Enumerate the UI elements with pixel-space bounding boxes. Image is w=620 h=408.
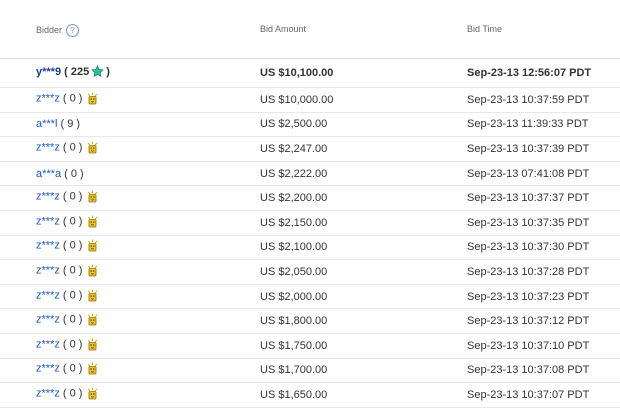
bidder-link[interactable]: a***l — [36, 118, 57, 130]
bid-time-cell: Sep-23-13 10:37:35 PDT — [467, 216, 590, 229]
table-row: z***z ( 0 ) US $2,000.00 Sep-23-13 10:37:2… — [0, 285, 620, 310]
bidder-link[interactable]: y***9 — [36, 66, 61, 78]
bidder-cell: z***z ( 0 ) — [36, 313, 98, 329]
bid-time-cell: Sep-23-13 10:37:30 PDT — [467, 241, 590, 254]
new-member-icon — [87, 338, 98, 353]
bidder-link[interactable]: z***z — [36, 215, 60, 227]
bid-amount-cell: US $2,150.00 — [260, 216, 328, 229]
bid-time-cell: Sep-23-13 10:37:07 PDT — [467, 388, 590, 401]
bidder-cell: a***a ( 0 ) — [36, 167, 84, 180]
bid-time-cell: Sep-23-13 07:41:08 PDT — [467, 167, 590, 180]
bid-time-cell: Sep-23-13 11:39:33 PDT — [467, 118, 589, 131]
bid-amount-column-header: Bid Amount — [260, 24, 307, 34]
bidder-column-header: Bidder? — [36, 24, 80, 37]
table-row: z***z ( 0 ) US $1,750.00 Sep-23-13 10:37:1… — [0, 334, 620, 359]
table-row: z***z ( 0 ) US $1,650.00 Sep-23-13 10:37:0… — [0, 383, 620, 408]
bid-amount-cell: US $1,650.00 — [260, 388, 328, 401]
bidder-cell: z***z ( 0 ) — [36, 92, 98, 107]
table-row: z***z ( 0 ) US $1,700.00 Sep-23-13 10:37:0… — [0, 359, 620, 384]
bid-time-cell: Sep-23-13 12:56:07 PDT — [467, 67, 592, 79]
bidder-cell: z***z ( 0 ) — [36, 387, 98, 402]
bidder-header-label: Bidder — [36, 24, 63, 35]
table-header: Bidder? Bid Amount Bid Time — [0, 0, 620, 59]
table-row: z***z ( 0 ) US $10,000.00 Sep-23-13 10:37:… — [0, 88, 620, 113]
bidder-cell: z***z ( 0 ) — [36, 215, 98, 230]
bidder-cell: z***z ( 0 ) — [36, 289, 98, 304]
bidder-link[interactable]: z***z — [36, 289, 60, 301]
bid-amount-cell: US $2,222.00 — [260, 167, 328, 180]
bid-time-cell: Sep-23-13 10:37:08 PDT — [467, 364, 590, 377]
bid-amount-cell: US $2,200.00 — [260, 192, 328, 205]
bid-amount-cell: US $1,700.00 — [260, 364, 328, 377]
new-member-icon — [87, 92, 98, 107]
bid-amount-cell: US $2,100.00 — [260, 241, 328, 254]
bidder-link[interactable]: a***a — [36, 168, 61, 180]
bid-time-cell: Sep-23-13 10:37:59 PDT — [467, 93, 590, 106]
bid-amount-cell: US $1,800.00 — [260, 315, 328, 328]
table-row: z***z ( 0 ) US $2,200.00 Sep-23-13 10:37:3… — [0, 186, 620, 211]
new-member-icon — [87, 362, 98, 378]
bidder-link[interactable]: z***z — [36, 387, 60, 399]
bid-time-cell: Sep-23-13 10:37:23 PDT — [467, 290, 590, 303]
feedback-score: 225 — [70, 66, 90, 78]
table-row: z***z ( 0 ) US $1,800.00 Sep-23-13 10:37:1… — [0, 309, 620, 334]
new-member-icon — [87, 289, 98, 304]
new-member-icon — [87, 190, 98, 206]
bidder-link[interactable]: z***z — [36, 264, 60, 276]
bidder-link[interactable]: z***z — [36, 92, 60, 104]
new-member-icon — [87, 215, 98, 230]
table-row: z***z ( 0 ) US $2,050.00 Sep-23-13 10:37:2… — [0, 260, 620, 285]
bidder-cell: z***z ( 0 ) — [36, 264, 98, 279]
help-icon[interactable]: ? — [66, 24, 80, 37]
table-row: z***z ( 0 ) US $2,150.00 Sep-23-13 10:37:3… — [0, 211, 620, 236]
bid-time-cell: Sep-23-13 10:37:39 PDT — [467, 142, 590, 155]
star-icon — [91, 65, 105, 81]
bidder-cell: y***9 ( 225) — [36, 65, 110, 81]
new-member-icon — [87, 313, 98, 329]
table-row: y***9 ( 225) US $10,100.00 Sep-23-13 12:56… — [0, 59, 620, 88]
bid-amount-cell: US $10,100.00 — [260, 67, 334, 79]
bid-amount-cell: US $2,500.00 — [260, 118, 328, 131]
bid-amount-cell: US $10,000.00 — [260, 93, 334, 106]
bidder-link[interactable]: z***z — [36, 141, 60, 153]
new-member-icon — [87, 141, 98, 156]
bid-amount-cell: US $2,000.00 — [260, 290, 328, 303]
bidder-link[interactable]: z***z — [36, 314, 60, 326]
bidder-cell: a***l ( 9 ) — [36, 118, 81, 131]
bid-time-cell: Sep-23-13 10:37:10 PDT — [467, 339, 590, 352]
bidder-link[interactable]: z***z — [36, 240, 60, 252]
bid-amount-cell: US $1,750.00 — [260, 339, 328, 352]
bid-time-column-header: Bid Time — [467, 24, 503, 34]
bidder-cell: z***z ( 0 ) — [36, 362, 98, 378]
bid-time-cell: Sep-23-13 10:37:37 PDT — [467, 192, 590, 205]
table-row: a***a ( 0 ) US $2,222.00 Sep-23-13 07:41:0… — [0, 162, 620, 187]
bidder-link[interactable]: z***z — [36, 338, 60, 350]
table-row: a***l ( 9 ) US $2,500.00 Sep-23-13 11:39:3… — [0, 113, 620, 138]
table-body: y***9 ( 225) US $10,100.00 Sep-23-13 12:56… — [0, 59, 620, 408]
bidder-link[interactable]: z***z — [36, 363, 60, 375]
bidder-cell: z***z ( 0 ) — [36, 190, 98, 206]
table-row: z***z ( 0 ) US $2,247.00 Sep-23-13 10:37:3… — [0, 137, 620, 162]
new-member-icon — [87, 239, 98, 255]
bidder-cell: z***z ( 0 ) — [36, 338, 98, 353]
table-row: z***z ( 0 ) US $2,100.00 Sep-23-13 10:37:3… — [0, 236, 620, 261]
bid-history-table: Bidder? Bid Amount Bid Time y***9 ( 225)… — [0, 0, 620, 408]
new-member-icon — [87, 264, 98, 279]
bid-amount-cell: US $2,247.00 — [260, 142, 328, 155]
new-member-icon — [87, 387, 98, 402]
bid-time-cell: Sep-23-13 10:37:12 PDT — [467, 315, 590, 328]
bid-amount-cell: US $2,050.00 — [260, 265, 328, 278]
bidder-link[interactable]: z***z — [36, 191, 60, 203]
bidder-cell: z***z ( 0 ) — [36, 239, 98, 255]
bidder-cell: z***z ( 0 ) — [36, 141, 98, 156]
bid-time-cell: Sep-23-13 10:37:28 PDT — [467, 265, 590, 278]
